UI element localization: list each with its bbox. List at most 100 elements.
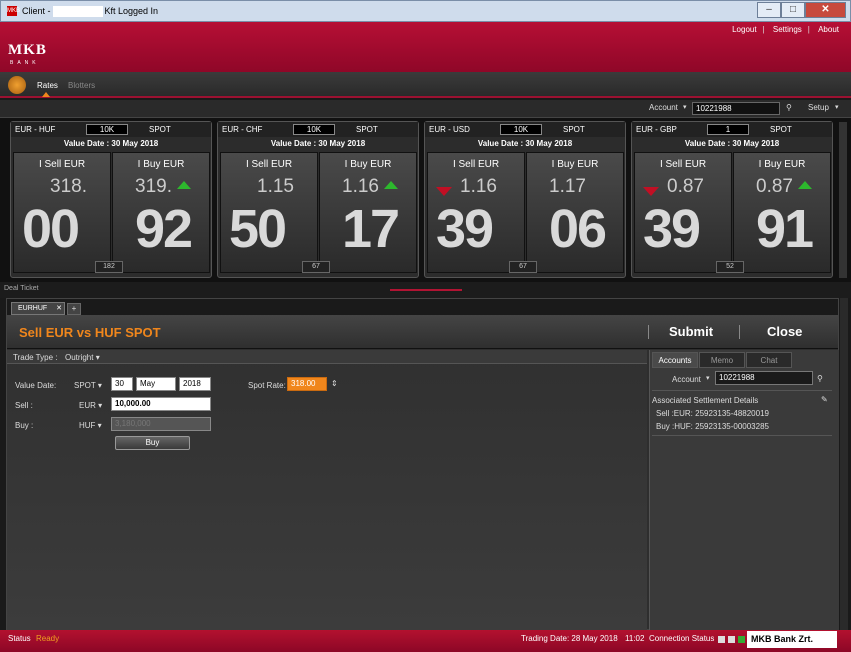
swap-icon[interactable]: ⇕ (331, 379, 338, 388)
currency-pair[interactable]: EUR - GBP (636, 125, 677, 134)
account-dropdown-icon[interactable]: ▾ (683, 103, 687, 111)
spread-badge: 67 (509, 261, 537, 273)
buy-pips: 91 (756, 199, 814, 259)
amount-input[interactable]: 10K (500, 124, 542, 135)
sell-button[interactable]: I Sell EUR 318. 00 (13, 152, 111, 273)
settings-link[interactable]: Settings (773, 25, 802, 34)
sell-button[interactable]: I Sell EUR 0.87 39 (634, 152, 732, 273)
sell-ccy-dropdown[interactable]: EUR ▾ (79, 401, 102, 410)
buy-button[interactable]: I Buy EUR 319. 92 (112, 152, 210, 273)
sell-button[interactable]: I Sell EUR 1.16 39 (427, 152, 525, 273)
tenor-dropdown[interactable]: SPOT (770, 125, 792, 134)
right-panel: Accounts Memo Chat Account ▾ 10221988 ⚲ … (649, 350, 839, 630)
setup-menu[interactable]: Setup (808, 103, 829, 112)
sell-label: I Sell EUR (452, 159, 500, 170)
ticket-scrollbar[interactable] (840, 298, 848, 630)
up-arrow-icon (384, 181, 398, 189)
spread-badge: 182 (95, 261, 123, 273)
add-tab-button[interactable]: + (67, 303, 81, 315)
rate-tile: EUR - GBP 1 SPOT Value Date : 30 May 2018 … (631, 121, 833, 278)
buy-button[interactable]: I Buy EUR 1.17 06 (526, 152, 624, 273)
minimize-button[interactable]: – (757, 2, 781, 18)
clock: 11:02 (625, 634, 645, 643)
account-label: Account (649, 103, 678, 112)
tenor-dropdown[interactable]: SPOT (563, 125, 585, 134)
buy-label: I Buy EUR (137, 159, 185, 170)
logout-link[interactable]: Logout (732, 25, 756, 34)
account-input[interactable]: 10221988 (715, 371, 813, 385)
search-icon[interactable]: ⚲ (786, 103, 792, 112)
edit-icon[interactable]: ✎ (821, 395, 828, 404)
settlement-buy: Buy :HUF: 25923135-00003285 (656, 422, 769, 431)
spot-rate-input[interactable]: 318.00 (287, 377, 327, 391)
tab-rates[interactable]: Rates (37, 81, 58, 90)
buy-button[interactable]: Buy (115, 436, 190, 450)
value-date-type-dropdown[interactable]: SPOT ▾ (74, 381, 102, 390)
tab-accounts[interactable]: Accounts (652, 352, 698, 368)
account-input[interactable]: 10221988 (692, 102, 780, 115)
tenor-dropdown[interactable]: SPOT (356, 125, 378, 134)
close-button[interactable]: Close (767, 324, 802, 339)
divider (739, 325, 740, 339)
tab-eurhuf[interactable]: EURHUF ✕ (11, 302, 65, 315)
settlement-sell: Sell :EUR: 25923135-48820019 (656, 409, 769, 418)
buy-ccy-dropdown[interactable]: HUF ▾ (79, 421, 102, 430)
tiles-scrollbar[interactable] (839, 122, 847, 278)
redacted-name (52, 6, 103, 18)
connection-indicator-icon (738, 636, 745, 643)
tab-blotters[interactable]: Blotters (68, 81, 95, 90)
maximize-button[interactable]: □ (781, 2, 805, 18)
buy-big-figure: 0.87 (756, 176, 793, 197)
day-stepper[interactable]: 30 (111, 377, 133, 391)
currency-pair[interactable]: EUR - HUF (15, 125, 55, 134)
value-date-label: Value Date: (15, 381, 57, 390)
account-dropdown-icon[interactable]: ▾ (706, 374, 710, 382)
deal-ticket-label: Deal Ticket (4, 285, 39, 292)
about-link[interactable]: About (818, 25, 839, 34)
close-tab-icon[interactable]: ✕ (56, 303, 62, 314)
tab-memo[interactable]: Memo (699, 352, 745, 368)
close-window-button[interactable]: ✕ (805, 2, 846, 18)
account-label: Account (672, 375, 701, 384)
divider (648, 325, 649, 339)
search-icon[interactable]: ⚲ (817, 374, 823, 383)
connection-indicator-icon (718, 636, 725, 643)
brand-header (0, 22, 851, 72)
trade-form: Trade Type : Outright ▾ Value Date: SPOT… (7, 350, 647, 630)
status-label: Status (8, 634, 31, 643)
buy-ccy: HUF (79, 421, 96, 430)
mkb-logo-sub: BANK (10, 60, 40, 66)
tab-chat[interactable]: Chat (746, 352, 792, 368)
status-bar: Status Ready Trading Date: 28 May 2018 1… (0, 630, 851, 652)
up-arrow-icon (177, 181, 191, 189)
up-arrow-icon (798, 181, 812, 189)
currency-pair[interactable]: EUR - USD (429, 125, 470, 134)
nav-bar: Rates Blotters (0, 72, 851, 98)
currency-pair[interactable]: EUR - CHF (222, 125, 262, 134)
splitter-handle[interactable] (390, 289, 462, 291)
buy-label: I Buy EUR (551, 159, 599, 170)
buy-button[interactable]: I Buy EUR 0.87 91 (733, 152, 831, 273)
sell-amount-input[interactable]: 10,000.00 (111, 397, 211, 411)
month-stepper[interactable]: May (136, 377, 176, 391)
rate-tile: EUR - HUF 10K SPOT Value Date : 30 May 201… (10, 121, 212, 278)
mkb-logo: MKB (8, 42, 47, 58)
buy-amount-input[interactable]: 3,180,000 (111, 417, 211, 431)
tenor-dropdown[interactable]: SPOT (149, 125, 171, 134)
amount-input[interactable]: 1 (707, 124, 749, 135)
sell-ccy: EUR (79, 401, 96, 410)
header-links: Logout | Settings | About (732, 25, 839, 34)
rate-tile: EUR - CHF 10K SPOT Value Date : 30 May 201… (217, 121, 419, 278)
setup-dropdown-icon[interactable]: ▾ (835, 103, 839, 111)
amount-input[interactable]: 10K (293, 124, 335, 135)
trade-type-dropdown[interactable]: Outright ▾ (65, 353, 100, 362)
buy-button[interactable]: I Buy EUR 1.16 17 (319, 152, 417, 273)
spread-badge: 67 (302, 261, 330, 273)
sell-big-figure: 1.16 (460, 176, 497, 197)
submit-button[interactable]: Submit (669, 324, 713, 339)
sell-label: Sell : (15, 401, 33, 410)
amount-input[interactable]: 10K (86, 124, 128, 135)
sell-button[interactable]: I Sell EUR 1.15 50 (220, 152, 318, 273)
sell-pips: 39 (436, 199, 494, 259)
year-stepper[interactable]: 2018 (179, 377, 211, 391)
